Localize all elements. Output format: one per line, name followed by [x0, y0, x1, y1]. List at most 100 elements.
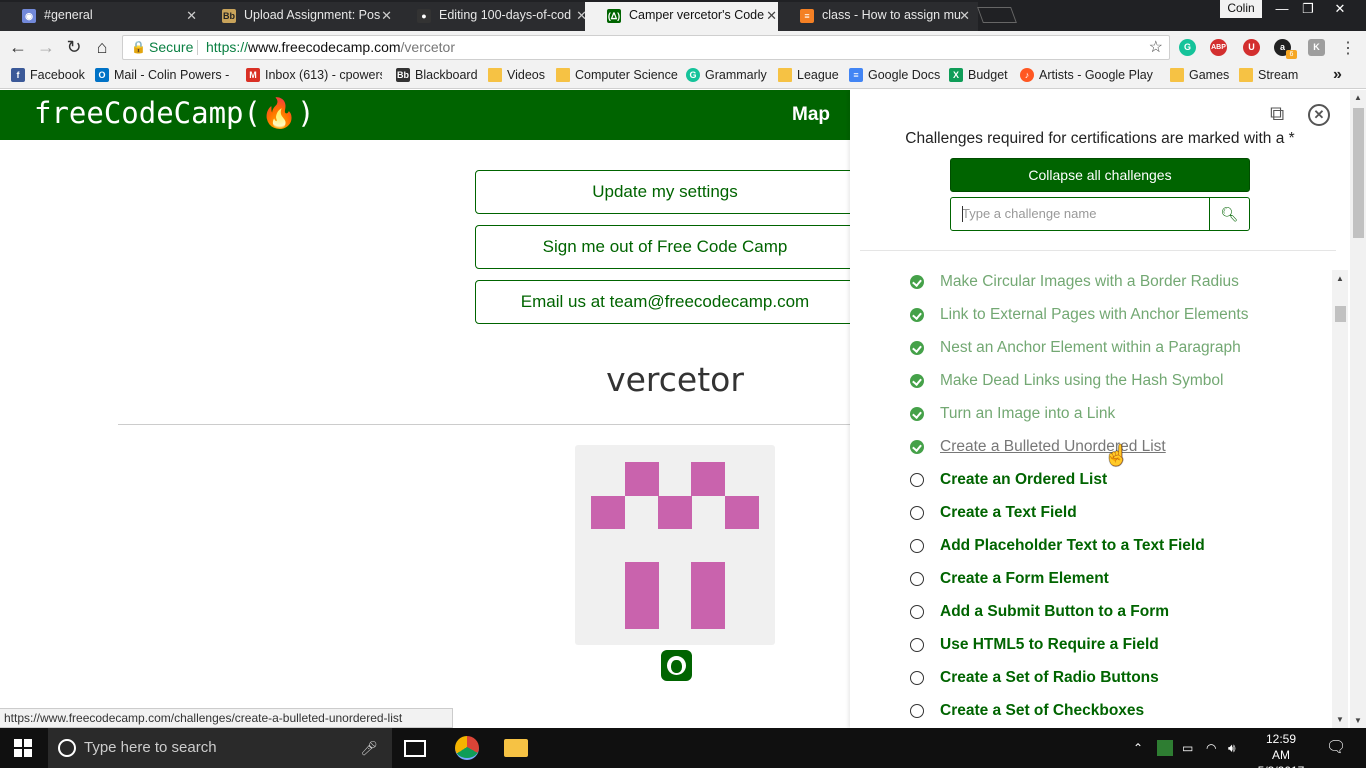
check-circle-icon — [910, 341, 924, 355]
new-tab-button[interactable] — [977, 7, 1017, 23]
challenge-title[interactable]: Turn an Image into a Link — [940, 403, 1115, 425]
tray-app-icon[interactable] — [1157, 740, 1173, 756]
forward-button[interactable]: → — [35, 36, 57, 58]
bookmark-artists[interactable]: ♪ Artists - Google Play N — [1020, 63, 1156, 89]
close-panel-icon[interactable]: ✕ — [1308, 104, 1330, 126]
browser-tab[interactable]: Bb Upload Assignment: Pos ✕ — [200, 2, 400, 31]
adblock-icon[interactable]: ABP — [1210, 39, 1227, 56]
browser-tab[interactable]: ≡ class - How to assign mu ✕ — [778, 2, 978, 31]
bookmark-mail[interactable]: O Mail - Colin Powers - — [95, 63, 241, 89]
extension-icon[interactable]: K — [1308, 39, 1325, 56]
scroll-up-icon[interactable]: ▲ — [1354, 93, 1362, 102]
bookmark-inbox[interactable]: M Inbox (613) - cpowers — [246, 63, 382, 89]
challenge-title[interactable]: Add a Submit Button to a Form — [940, 601, 1169, 623]
close-icon[interactable]: ✕ — [766, 2, 777, 29]
window-close-button[interactable]: ✕ — [1326, 0, 1354, 18]
bookmark-google-docs[interactable]: ≡ Google Docs — [849, 63, 940, 89]
wifi-icon[interactable]: ◠ — [1206, 728, 1216, 768]
browser-tab[interactable]: ● Editing 100-days-of-cod ✕ — [395, 2, 595, 31]
blackboard-icon: Bb — [396, 68, 410, 82]
close-icon[interactable]: ✕ — [959, 2, 970, 29]
browser-tab-active[interactable]: (ᐃ) Camper vercetor's Code ✕ — [585, 2, 785, 31]
panel-scrollbar[interactable]: ▲ ▼ — [1332, 270, 1348, 728]
scrollbar-thumb[interactable] — [1335, 306, 1346, 322]
close-icon[interactable]: ✕ — [186, 2, 197, 29]
bookmark-computer-science[interactable]: Computer Science — [556, 63, 678, 89]
chevron-up-icon[interactable]: ⌃ — [1133, 728, 1143, 768]
scroll-down-icon[interactable]: ▼ — [1354, 716, 1362, 725]
empty-circle-icon — [910, 473, 924, 487]
bookmark-label: Grammarly — [705, 68, 767, 82]
challenge-title[interactable]: Nest an Anchor Element within a Paragrap… — [940, 337, 1241, 359]
reload-button[interactable]: ↻ — [63, 36, 85, 58]
divider — [860, 250, 1336, 251]
challenge-title[interactable]: Create a Bulleted Unordered List — [940, 436, 1166, 458]
sign-out-button[interactable]: Sign me out of Free Code Camp — [475, 225, 855, 269]
bookmark-star-icon[interactable]: ☆ — [1149, 36, 1163, 59]
bookmark-league[interactable]: League — [778, 63, 839, 89]
restore-button[interactable]: ❐ — [1294, 0, 1322, 18]
task-view-icon[interactable] — [404, 740, 426, 757]
challenge-title[interactable]: Create a Set of Checkboxes — [940, 700, 1144, 722]
challenge-title[interactable]: Create a Set of Radio Buttons — [940, 667, 1159, 689]
volume-icon[interactable]: 🔊︎ — [1228, 728, 1236, 768]
close-icon[interactable]: ✕ — [381, 2, 392, 29]
bookmark-label: Inbox (613) - cpowers — [265, 68, 382, 82]
taskbar-search-input[interactable]: Type here to search 🎤︎ — [48, 728, 392, 768]
site-navbar: freeCodeCamp(🔥) Map — [0, 90, 850, 140]
bookmarks-overflow-button[interactable]: » — [1314, 63, 1342, 89]
tab-title: Camper vercetor's Code — [629, 8, 765, 22]
ublock-icon[interactable]: U — [1243, 39, 1260, 56]
site-logo[interactable]: freeCodeCamp(🔥) — [34, 96, 315, 131]
github-icon[interactable] — [661, 650, 692, 681]
challenge-title[interactable]: Make Circular Images with a Border Radiu… — [940, 271, 1239, 293]
browser-tab[interactable]: ◉ #general ✕ — [0, 2, 205, 31]
challenge-title[interactable]: Create an Ordered List — [940, 469, 1107, 491]
notifications-icon[interactable]: 🗨︎ — [1326, 728, 1346, 768]
page-scrollbar[interactable]: ▲ ▼ — [1350, 90, 1366, 728]
collapse-all-button[interactable]: Collapse all challenges — [950, 158, 1250, 192]
challenge-title[interactable]: Create a Form Element — [940, 568, 1109, 590]
grammarly-icon[interactable]: G — [1179, 39, 1196, 56]
bookmark-games[interactable]: Games — [1170, 63, 1229, 89]
hand-cursor-icon: ☝ — [1104, 445, 1129, 467]
bookmark-blackboard[interactable]: Bb Blackboard — [396, 63, 478, 89]
bookmark-stream[interactable]: Stream — [1239, 63, 1298, 89]
windows-start-icon[interactable] — [14, 739, 32, 757]
minimize-button[interactable]: — — [1268, 0, 1296, 18]
home-button[interactable]: ⌂ — [91, 36, 113, 58]
update-settings-button[interactable]: Update my settings — [475, 170, 855, 214]
check-circle-icon — [910, 374, 924, 388]
profile-button[interactable]: Colin — [1220, 0, 1262, 18]
back-button[interactable]: ← — [7, 36, 29, 58]
bookmark-label: Computer Science — [575, 68, 678, 82]
challenge-title[interactable]: Use HTML5 to Require a Field — [940, 634, 1159, 656]
microphone-icon[interactable]: 🎤︎ — [360, 728, 378, 768]
bookmark-videos[interactable]: Videos — [488, 63, 545, 89]
bookmark-label: Artists - Google Play N — [1039, 68, 1156, 82]
challenge-title[interactable]: Add Placeholder Text to a Text Field — [940, 535, 1205, 557]
bookmark-facebook[interactable]: f Facebook — [11, 63, 85, 89]
scroll-up-icon[interactable]: ▲ — [1336, 274, 1344, 283]
challenge-title[interactable]: Make Dead Links using the Hash Symbol — [940, 370, 1223, 392]
challenge-title[interactable]: Create a Text Field — [940, 502, 1077, 524]
bookmark-grammarly[interactable]: G Grammarly — [686, 63, 767, 89]
empty-circle-icon — [910, 506, 924, 520]
scroll-down-icon[interactable]: ▼ — [1336, 715, 1344, 724]
clock-time: 12:59 AM — [1265, 732, 1297, 762]
battery-icon[interactable]: ▭ — [1182, 728, 1193, 768]
map-link[interactable]: Map — [792, 104, 830, 126]
file-explorer-icon[interactable] — [504, 739, 528, 757]
search-icon[interactable]: 🔍︎ — [1209, 197, 1250, 231]
challenge-title[interactable]: Link to External Pages with Anchor Eleme… — [940, 304, 1248, 326]
chrome-icon[interactable] — [455, 736, 479, 760]
email-us-button[interactable]: Email us at team@freecodecamp.com — [475, 280, 855, 324]
bookmark-budget[interactable]: X Budget — [949, 63, 1008, 89]
system-clock[interactable]: 12:59 AM 5/3/2017 — [1256, 731, 1306, 779]
scrollbar-thumb[interactable] — [1353, 108, 1364, 238]
menu-icon[interactable]: ⋮ — [1340, 38, 1356, 58]
challenge-list: Make Circular Images with a Border Radiu… — [850, 265, 1332, 728]
challenge-search-input[interactable]: Type a challenge name — [950, 197, 1210, 231]
external-link-icon[interactable]: ⧉ — [1270, 103, 1284, 126]
address-bar[interactable]: 🔒 Secure https://www.freecodecamp.com/ve… — [122, 35, 1170, 60]
